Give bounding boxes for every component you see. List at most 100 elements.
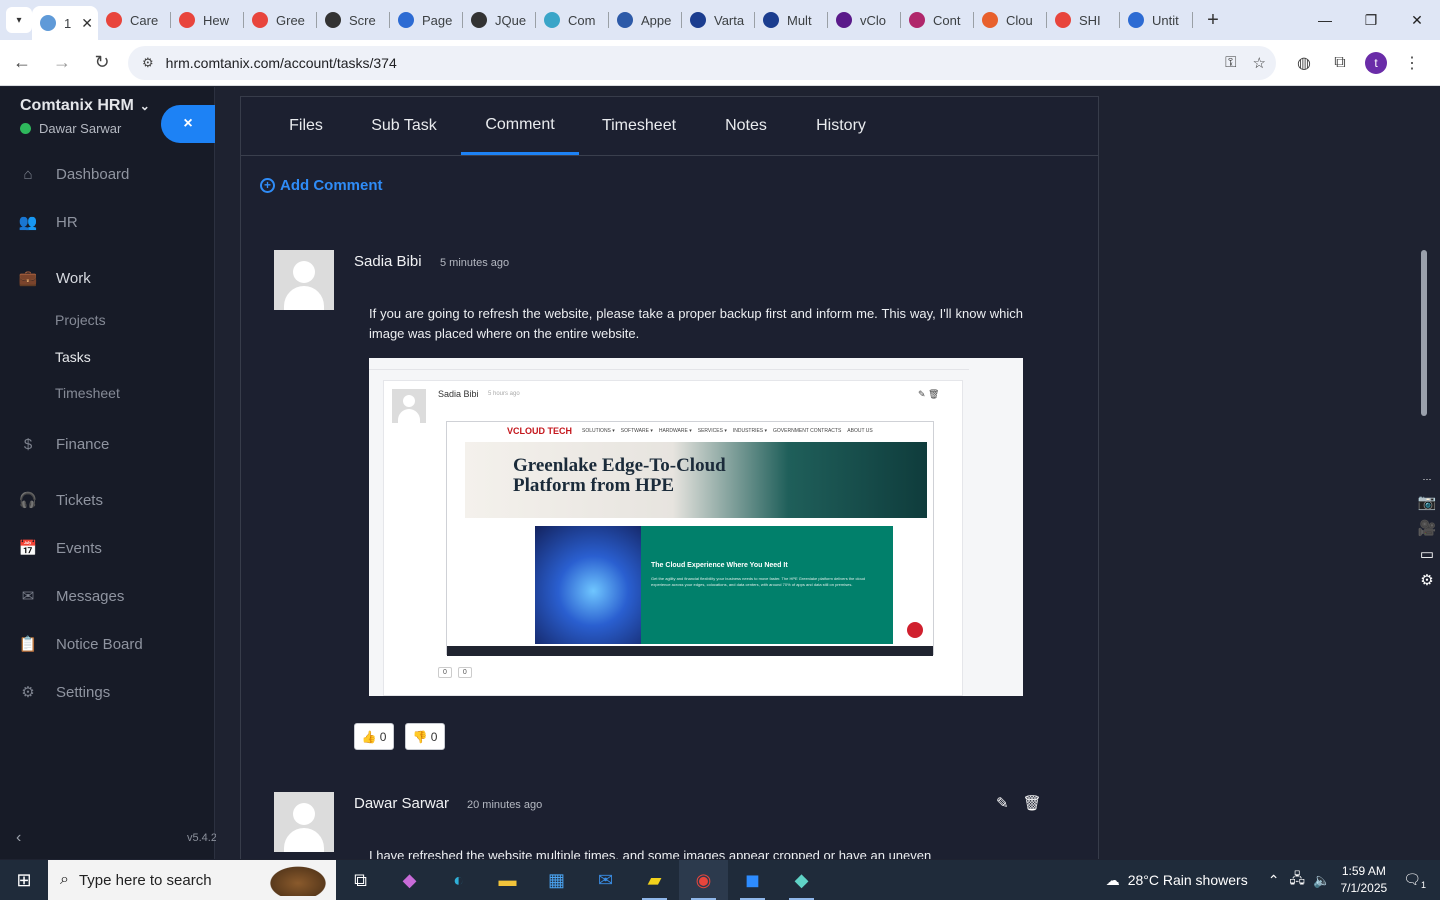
close-sidebar-button[interactable]: × [161,105,215,143]
address-bar[interactable]: ⚙ hrm.comtanix.com/account/tasks/374 ⚿ ☆ [128,45,1276,80]
dislike-count: 0 [430,729,438,744]
trash-icon[interactable]: 🗑 [1023,794,1042,812]
sidebar-subitem-tasks[interactable]: Tasks [55,349,91,365]
password-key-icon[interactable]: ⚿ [1225,54,1236,72]
edge-icon[interactable]: ◐ [434,860,483,900]
browser-tab[interactable]: Com [536,0,609,40]
browser-tab[interactable]: JQue [463,0,536,40]
vpn-app-icon[interactable]: ◆ [777,860,826,900]
minimize-icon[interactable]: — [1302,0,1348,40]
windows-start-icon[interactable]: ⊞ [0,860,48,900]
like-button[interactable]: 👍 0 [354,723,394,750]
store-icon[interactable]: ▦ [532,860,581,900]
dislike-button[interactable]: 👎 0 [405,723,445,750]
gear-icon[interactable]: ⚙ [1420,571,1433,589]
volume-icon[interactable]: 🔈 [1313,872,1330,889]
back-icon[interactable]: ← [4,45,40,81]
tab-title: Care [130,12,159,28]
embedded-dislike-count: 0 [457,667,472,678]
tab-title: Varta [714,12,745,28]
add-comment-button[interactable]: + Add Comment [260,177,383,194]
browser-tab[interactable]: Clou [974,0,1047,40]
sidebar-item-label: Settings [56,683,111,701]
site-info-icon[interactable]: ⚙ [142,55,154,71]
search-icon: ⌕ [60,871,69,888]
tab-files[interactable]: Files [275,97,337,155]
network-icon[interactable]: 🖧 [1289,868,1305,892]
tab-timesheet[interactable]: Timesheet [593,97,685,155]
tab-history[interactable]: History [805,97,877,155]
notification-count: 1 [1420,879,1426,890]
feature-card-text: Get the agility and financial flexibilit… [651,576,866,587]
browser-tab[interactable]: Varta [682,0,755,40]
close-tab-icon[interactable]: ✕ [81,15,93,32]
sidebar-subitem-projects[interactable]: Projects [55,312,106,328]
embedded-edit-delete-icon: ✎ 🗑 [918,389,940,399]
windows-taskbar: ⊞ ⌕ Type here to search ⧉ ◆ ◐ ▬ ▦ ✉ ▰ ◉ … [0,860,1440,900]
tab-search-button[interactable]: ▾ [6,7,32,33]
tab-sub-task[interactable]: Sub Task [359,97,449,155]
taskbar-clock[interactable]: 1:59 AM 7/1/2025 [1340,863,1387,897]
forward-icon[interactable]: → [44,45,80,81]
edit-icon[interactable]: ✎ [996,794,1009,812]
new-tab-button[interactable]: + [1199,6,1227,34]
browser-menu-icon[interactable]: ⋮ [1394,45,1430,81]
collapse-sidebar-icon[interactable]: ‹ [16,829,21,847]
browser-tab[interactable]: Mult [755,0,828,40]
weather-widget[interactable]: ☁ 28°C Rain showers [1106,872,1248,889]
browser-tab[interactable]: 1 ✕ [32,6,98,40]
sidebar-item-dashboard[interactable]: ⌂ Dashboard [0,154,215,194]
browser-tab[interactable]: SHI [1047,0,1120,40]
file-explorer-icon[interactable]: ▬ [483,860,532,900]
browser-tab[interactable]: Hew [171,0,244,40]
sidebar-item-messages[interactable]: ✉ Messages [0,576,215,616]
sidebar-item-settings[interactable]: ⚙ Settings [0,672,215,712]
close-window-icon[interactable]: ✕ [1394,0,1440,40]
mail-icon[interactable]: ✉ [581,860,630,900]
browser-tab[interactable]: Page [390,0,463,40]
sidebar-item-label: Events [56,539,102,557]
browser-tab[interactable]: Gree [244,0,317,40]
chrome-icon[interactable]: ◉ [679,860,728,900]
pin-icon[interactable]: ⋯ [1423,474,1432,485]
scrollbar-thumb[interactable] [1421,250,1427,416]
sidebar-item-events[interactable]: 📅 Events [0,528,215,568]
zoom-icon[interactable]: ◼ [728,860,777,900]
task-view-icon[interactable]: ⧉ [336,860,385,900]
company-switcher[interactable]: Comtanix HRM ⌄ [20,97,150,115]
sticky-notes-icon[interactable]: ▰ [630,860,679,900]
extensions-icon[interactable]: ⧉ [1322,45,1358,81]
sidebar-item-notice-board[interactable]: 📋 Notice Board [0,624,215,664]
sidebar-item-work[interactable]: 💼 Work [0,258,215,298]
sidebar-item-finance[interactable]: $ Finance [0,424,215,464]
browser-tab[interactable]: Scre [317,0,390,40]
browser-tab[interactable]: vClo [828,0,901,40]
taskbar-search-input[interactable]: ⌕ Type here to search [48,860,336,900]
camera-icon[interactable]: 📷 [1418,493,1437,511]
restore-icon[interactable]: ❐ [1348,0,1394,40]
sidebar-item-hr[interactable]: 👥 HR [0,202,215,242]
profile-button[interactable]: t [1358,45,1394,81]
notifications-icon[interactable]: 🗨1 [1403,871,1426,890]
page-scrollbar[interactable] [1420,87,1440,859]
chevron-up-icon[interactable]: ⌃ [1268,872,1280,889]
copilot-icon[interactable]: ◆ [385,860,434,900]
bookmark-star-icon[interactable]: ☆ [1253,54,1266,72]
browser-tab[interactable]: Cont [901,0,974,40]
reload-icon[interactable]: ↻ [84,45,120,81]
browser-tab[interactable]: Appe [609,0,682,40]
sidebar-subitem-timesheet[interactable]: Timesheet [55,385,120,401]
translate-icon[interactable]: ◍ [1286,45,1322,81]
comment-time: 20 minutes ago [467,799,543,811]
window-icon[interactable]: ▭ [1420,545,1434,563]
sidebar-item-tickets[interactable]: 🎧 Tickets [0,480,215,520]
tab-notes[interactable]: Notes [711,97,781,155]
browser-tab[interactable]: Untit [1120,0,1193,40]
video-icon[interactable]: 🎥 [1418,519,1437,537]
browser-tab[interactable]: Care [98,0,171,40]
tab-favicon-icon [471,12,487,28]
embedded-nav-item: SOLUTIONS ▾ [582,428,615,434]
comment-attachment-image[interactable]: Sadia Bibi 5 hours ago ✎ 🗑 VCLOUD TECH S… [369,358,1023,696]
tab-comment[interactable]: Comment [461,97,579,155]
task-detail-card: Files Sub Task Comment Timesheet Notes H… [240,96,1099,859]
